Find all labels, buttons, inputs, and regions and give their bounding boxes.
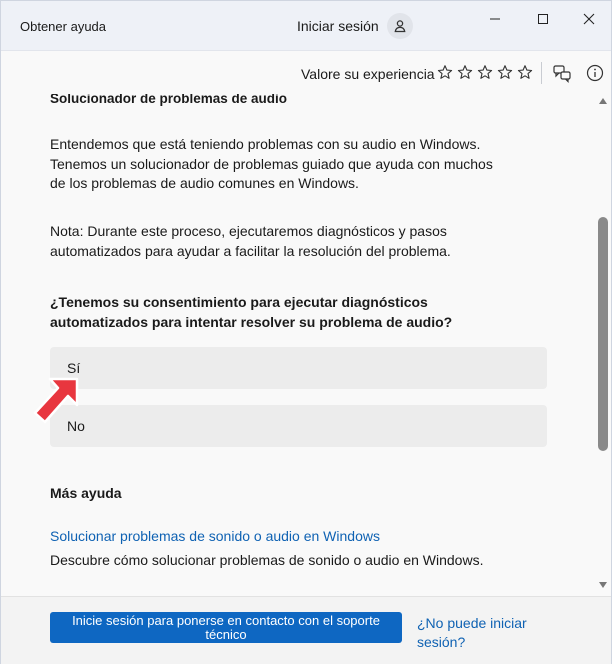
rating-label: Valore su experiencia xyxy=(301,66,435,82)
scroll-up-icon[interactable] xyxy=(599,98,607,104)
minimize-button[interactable] xyxy=(475,7,515,31)
footer: Inicie sesión para ponerse en contacto c… xyxy=(1,596,611,664)
info-icon[interactable] xyxy=(586,64,604,82)
rating-bar: Valore su experiencia xyxy=(1,52,611,94)
note-paragraph: Nota: Durante este proceso, ejecutaremos… xyxy=(50,223,451,259)
arrow-annotation-icon xyxy=(33,377,79,424)
cant-signin-link[interactable]: ¿No puede iniciar sesión? xyxy=(417,614,547,652)
star-icon[interactable] xyxy=(517,64,533,81)
feedback-icon[interactable] xyxy=(552,63,572,83)
help-article-description: Descubre cómo solucionar problemas de so… xyxy=(50,552,484,568)
maximize-button[interactable] xyxy=(523,7,563,31)
star-icon[interactable] xyxy=(437,64,453,81)
consent-question: ¿Tenemos su consentimiento para ejecutar… xyxy=(50,294,453,330)
close-button[interactable] xyxy=(569,7,609,31)
scroll-down-icon[interactable] xyxy=(599,582,607,588)
maximize-icon xyxy=(538,14,548,24)
option-no-button[interactable]: No xyxy=(50,405,547,447)
get-help-window: Obtener ayuda Iniciar sesión Valore su e… xyxy=(0,0,612,664)
option-yes-button[interactable]: Sí xyxy=(50,347,547,389)
star-icon[interactable] xyxy=(477,64,493,81)
help-article-link[interactable]: Solucionar problemas de sonido o audio e… xyxy=(50,528,380,544)
intro-paragraph: Entendemos que está teniendo problemas c… xyxy=(50,136,493,191)
app-title: Obtener ayuda xyxy=(20,19,107,34)
minimize-icon xyxy=(490,18,500,20)
section-title: Solucionador de problemas de audio xyxy=(50,94,288,106)
rating-stars xyxy=(437,64,533,81)
star-icon[interactable] xyxy=(497,64,513,81)
signin-link[interactable]: Iniciar sesión xyxy=(297,18,379,34)
scrollbar-thumb[interactable] xyxy=(598,217,608,451)
user-icon xyxy=(394,20,406,33)
content-area: Solucionador de problemas de audio Enten… xyxy=(1,94,595,596)
close-icon xyxy=(583,13,595,25)
more-help-heading: Más ayuda xyxy=(50,485,122,501)
title-bar: Obtener ayuda Iniciar sesión xyxy=(1,1,611,51)
scrollbar[interactable] xyxy=(595,94,611,596)
contact-support-button[interactable]: Inicie sesión para ponerse en contacto c… xyxy=(50,612,402,643)
divider xyxy=(541,62,542,84)
avatar[interactable] xyxy=(387,13,413,39)
star-icon[interactable] xyxy=(457,64,473,81)
